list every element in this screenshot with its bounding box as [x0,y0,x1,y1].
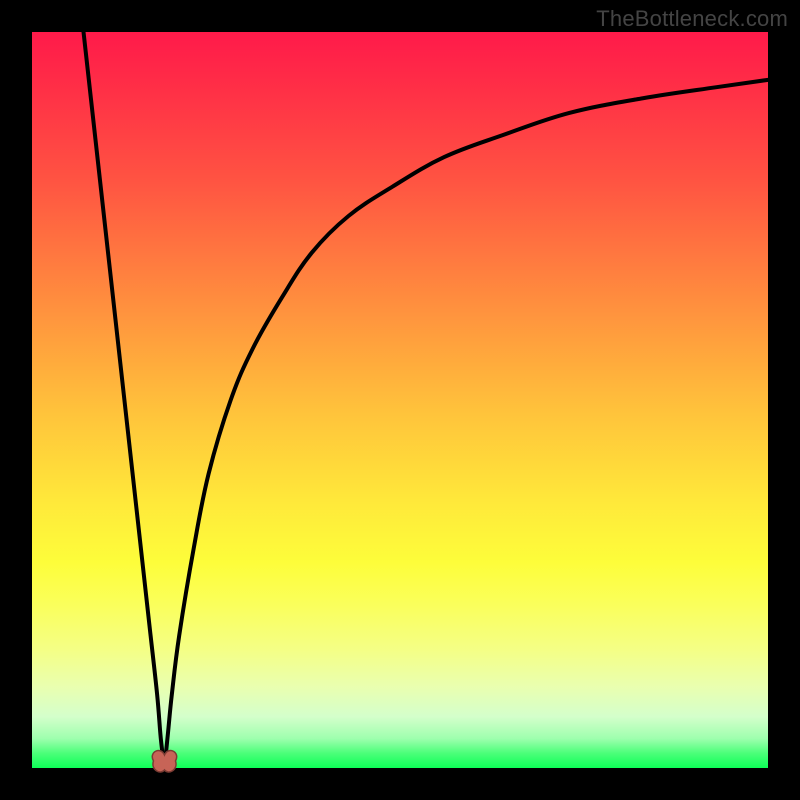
plot-area [32,32,768,768]
watermark-text: TheBottleneck.com [596,6,788,32]
chart-container: TheBottleneck.com [0,0,800,800]
heart-marker-icon [152,751,176,772]
curve-right-branch [164,80,768,768]
curves-svg [32,32,768,768]
curve-left-branch [84,32,165,768]
